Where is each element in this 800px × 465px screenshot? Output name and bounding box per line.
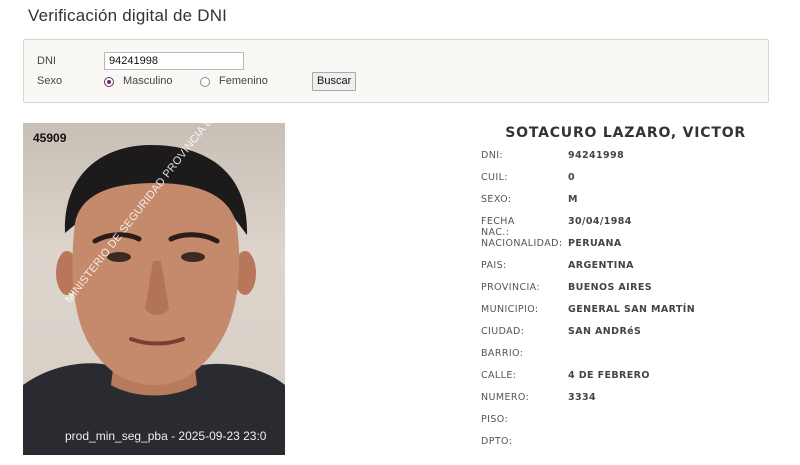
field-value: 0: [568, 172, 576, 183]
masculino-label[interactable]: Masculino: [123, 75, 173, 87]
field-value: BUENOS AIRES: [568, 282, 652, 293]
field-value: SAN ANDRéS: [568, 326, 642, 337]
field-value: M: [568, 194, 578, 205]
field-label: NACIONALIDAD:: [481, 238, 563, 249]
search-panel: DNI Sexo Masculino Femenino Buscar: [23, 39, 769, 103]
field-value: 3334: [568, 392, 597, 403]
field-value: 94241998: [568, 150, 625, 161]
field-label: PISO:: [481, 414, 509, 425]
field-value: ARGENTINA: [568, 260, 634, 271]
field-value: 4 DE FEBRERO: [568, 370, 650, 381]
photo-id-number: 45909: [33, 131, 67, 145]
field-label: PAIS:: [481, 260, 507, 271]
radio-masculino[interactable]: [104, 77, 114, 87]
dni-label: DNI: [37, 55, 56, 67]
field-label: SEXO:: [481, 194, 512, 205]
femenino-label[interactable]: Femenino: [219, 75, 268, 87]
field-label: BARRIO:: [481, 348, 524, 359]
dni-input[interactable]: [104, 52, 244, 70]
portrait-image: [23, 145, 285, 455]
photo-timestamp: prod_min_seg_pba - 2025-09-23 23:0: [65, 429, 267, 443]
field-label: CIUDAD:: [481, 326, 525, 337]
sexo-label: Sexo: [37, 75, 63, 87]
field-label: CUIL:: [481, 172, 508, 183]
radio-femenino[interactable]: [200, 77, 210, 87]
field-value: PERUANA: [568, 238, 622, 249]
buscar-button[interactable]: Buscar: [312, 72, 357, 91]
field-value: GENERAL SAN MARTÍN: [568, 304, 696, 315]
page-title: Verificación digital de DNI: [28, 6, 228, 25]
field-label: NUMERO:: [481, 392, 530, 403]
field-value: 30/04/1984: [568, 216, 632, 227]
field-label: DPTO:: [481, 436, 513, 447]
person-full-name: SOTACURO LAZARO, VICTOR: [505, 125, 746, 141]
field-label: CALLE:: [481, 370, 517, 381]
id-photo: 45909 MINISTERIO DE SEGURIDAD PROVINCIA …: [23, 123, 285, 455]
field-label: MUNICIPIO:: [481, 304, 539, 315]
field-label: PROVINCIA:: [481, 282, 541, 293]
field-label: DNI:: [481, 150, 504, 161]
field-label: FECHA NAC.:: [481, 216, 515, 238]
